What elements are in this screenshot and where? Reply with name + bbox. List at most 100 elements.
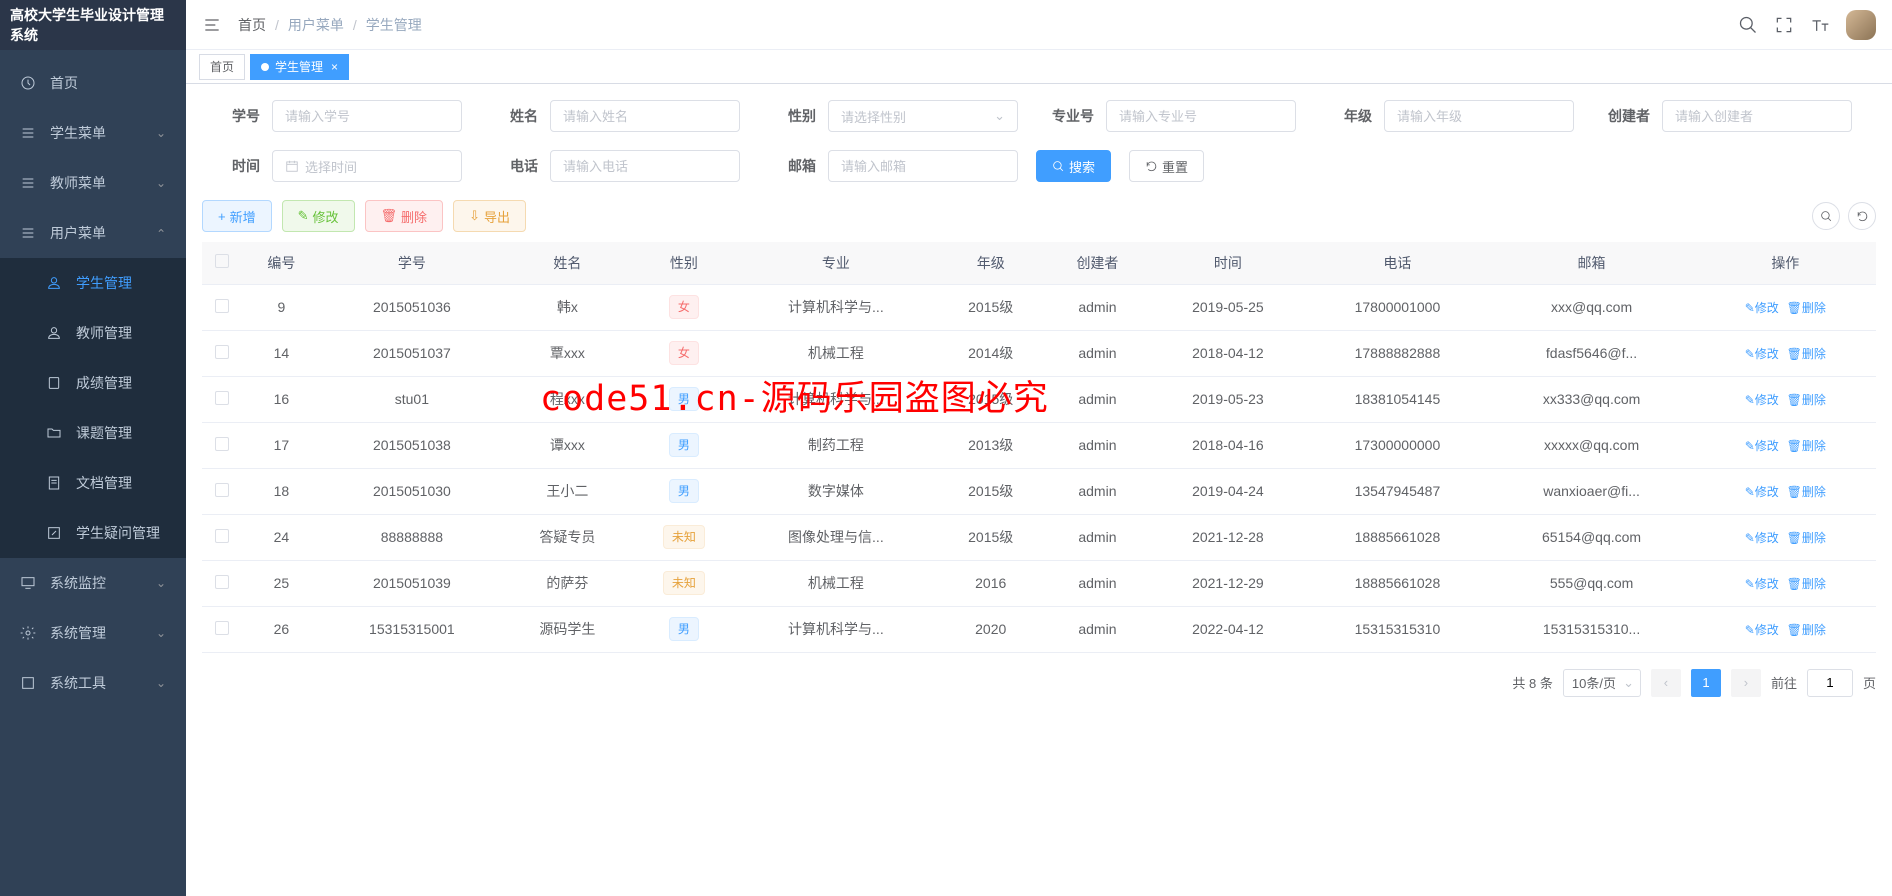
row-delete-link[interactable]: 🗑删除 xyxy=(1787,347,1826,361)
cell-grade: 2015级 xyxy=(936,376,1046,422)
cell-email: xx333@qq.com xyxy=(1488,376,1694,422)
goto-page-input[interactable] xyxy=(1807,669,1853,697)
breadcrumb: 首页 / 用户菜单 / 学生管理 xyxy=(238,15,1738,35)
row-checkbox[interactable] xyxy=(215,575,229,589)
chevron-down-icon: ⌄ xyxy=(156,176,166,190)
cell-gender: 女 xyxy=(632,284,736,330)
search-toggle-icon[interactable] xyxy=(1812,202,1840,230)
row-delete-link[interactable]: 🗑删除 xyxy=(1787,531,1826,545)
major-no-input[interactable] xyxy=(1106,100,1296,132)
sidebar-item-teacher-menu[interactable]: 教师菜单 ⌄ xyxy=(0,158,186,208)
grade-input[interactable] xyxy=(1384,100,1574,132)
reset-button[interactable]: 重置 xyxy=(1129,150,1204,182)
time-picker[interactable]: 选择时间 xyxy=(272,150,462,182)
chevron-down-icon: ⌄ xyxy=(156,676,166,690)
sidebar-item-teacher-mgmt[interactable]: 教师管理 xyxy=(0,308,186,358)
col-op: 操作 xyxy=(1695,242,1876,284)
sidebar-item-home[interactable]: 首页 xyxy=(0,58,186,108)
refresh-icon[interactable] xyxy=(1848,202,1876,230)
sidebar-item-question-mgmt[interactable]: 学生疑问管理 xyxy=(0,508,186,558)
name-input[interactable] xyxy=(550,100,740,132)
row-edit-link[interactable]: ✎修改 xyxy=(1745,347,1779,361)
edit-button[interactable]: ✎ 修改 xyxy=(282,200,355,232)
student-no-input[interactable] xyxy=(272,100,462,132)
cell-sno: 2015051039 xyxy=(321,560,503,606)
cell-phone: 17888882888 xyxy=(1306,330,1488,376)
cell-grade: 2015级 xyxy=(936,514,1046,560)
fullscreen-icon[interactable] xyxy=(1774,15,1794,35)
name-label: 姓名 xyxy=(480,106,550,126)
row-edit-link[interactable]: ✎修改 xyxy=(1745,393,1779,407)
font-size-icon[interactable] xyxy=(1810,15,1830,35)
breadcrumb-parent[interactable]: 用户菜单 xyxy=(288,15,344,35)
add-button[interactable]: + 新增 xyxy=(202,200,272,232)
cell-gender: 男 xyxy=(632,422,736,468)
cell-op: ✎修改 🗑删除 xyxy=(1695,514,1876,560)
row-delete-link[interactable]: 🗑删除 xyxy=(1787,301,1826,315)
sidebar-item-topic-mgmt[interactable]: 课题管理 xyxy=(0,408,186,458)
row-delete-link[interactable]: 🗑删除 xyxy=(1787,393,1826,407)
email-label: 邮箱 xyxy=(758,156,828,176)
document-icon xyxy=(46,475,62,491)
prev-page-button[interactable]: ‹ xyxy=(1651,669,1681,697)
btn-label: 新增 xyxy=(230,207,256,226)
phone-input[interactable] xyxy=(550,150,740,182)
cell-email: 15315315310... xyxy=(1488,606,1694,652)
row-delete-link[interactable]: 🗑删除 xyxy=(1787,439,1826,453)
email-input[interactable] xyxy=(828,150,1018,182)
sidebar-item-system-monitor[interactable]: 系统监控 ⌄ xyxy=(0,558,186,608)
edit-icon xyxy=(46,525,62,541)
row-delete-link[interactable]: 🗑删除 xyxy=(1787,485,1826,499)
row-checkbox[interactable] xyxy=(215,529,229,543)
tab-home[interactable]: 首页 xyxy=(199,54,245,80)
cell-major: 计算机科学与... xyxy=(736,376,936,422)
cell-gender: 男 xyxy=(632,468,736,514)
row-checkbox[interactable] xyxy=(215,437,229,451)
row-edit-link[interactable]: ✎修改 xyxy=(1745,577,1779,591)
hamburger-icon[interactable] xyxy=(202,15,222,35)
sidebar-item-grade-mgmt[interactable]: 成绩管理 xyxy=(0,358,186,408)
row-checkbox[interactable] xyxy=(215,345,229,359)
breadcrumb-home[interactable]: 首页 xyxy=(238,15,266,35)
search-icon[interactable] xyxy=(1738,15,1758,35)
sidebar-item-student-mgmt[interactable]: 学生管理 xyxy=(0,258,186,308)
select-all-checkbox[interactable] xyxy=(215,254,229,268)
creator-input[interactable] xyxy=(1662,100,1852,132)
sidebar-item-student-menu[interactable]: 学生菜单 ⌄ xyxy=(0,108,186,158)
search-button[interactable]: 搜索 xyxy=(1036,150,1111,182)
row-checkbox[interactable] xyxy=(215,621,229,635)
list-icon xyxy=(20,225,36,241)
row-edit-link[interactable]: ✎修改 xyxy=(1745,301,1779,315)
sidebar-item-doc-mgmt[interactable]: 文档管理 xyxy=(0,458,186,508)
tab-student-mgmt[interactable]: 学生管理 × xyxy=(250,54,349,80)
next-page-button[interactable]: › xyxy=(1731,669,1761,697)
row-edit-link[interactable]: ✎修改 xyxy=(1745,439,1779,453)
avatar[interactable] xyxy=(1846,10,1876,40)
gender-select[interactable]: 请选择性别⌄ xyxy=(828,100,1018,132)
sidebar-item-system-mgmt[interactable]: 系统管理 ⌄ xyxy=(0,608,186,658)
row-checkbox[interactable] xyxy=(215,483,229,497)
close-icon[interactable]: × xyxy=(331,60,338,74)
row-delete-link[interactable]: 🗑删除 xyxy=(1787,623,1826,637)
cell-email: xxx@qq.com xyxy=(1488,284,1694,330)
row-delete-link[interactable]: 🗑删除 xyxy=(1787,577,1826,591)
sidebar-label: 教师菜单 xyxy=(50,173,106,193)
row-checkbox[interactable] xyxy=(215,299,229,313)
row-edit-link[interactable]: ✎修改 xyxy=(1745,485,1779,499)
row-edit-link[interactable]: ✎修改 xyxy=(1745,531,1779,545)
row-checkbox[interactable] xyxy=(215,391,229,405)
pagination-total: 共 8 条 xyxy=(1512,673,1552,692)
delete-button[interactable]: 🗑 删除 xyxy=(365,200,444,232)
export-button[interactable]: ⇩ 导出 xyxy=(453,200,526,232)
page-size-select[interactable]: 10条/页⌄ xyxy=(1563,669,1641,697)
cell-op: ✎修改 🗑删除 xyxy=(1695,284,1876,330)
cell-sno: stu01 xyxy=(321,376,503,422)
table-row: 14 2015051037 覃xxx 女 机械工程 2014级 admin 20… xyxy=(202,330,1876,376)
sidebar-item-system-tools[interactable]: 系统工具 ⌄ xyxy=(0,658,186,708)
page-1-button[interactable]: 1 xyxy=(1691,669,1721,697)
cell-sno: 2015051030 xyxy=(321,468,503,514)
sidebar: 高校大学生毕业设计管理系统 首页 学生菜单 ⌄ 教师菜单 ⌄ 用户菜单 ⌄ xyxy=(0,0,186,896)
sidebar-item-user-menu[interactable]: 用户菜单 ⌄ xyxy=(0,208,186,258)
row-edit-link[interactable]: ✎修改 xyxy=(1745,623,1779,637)
list-icon xyxy=(20,125,36,141)
